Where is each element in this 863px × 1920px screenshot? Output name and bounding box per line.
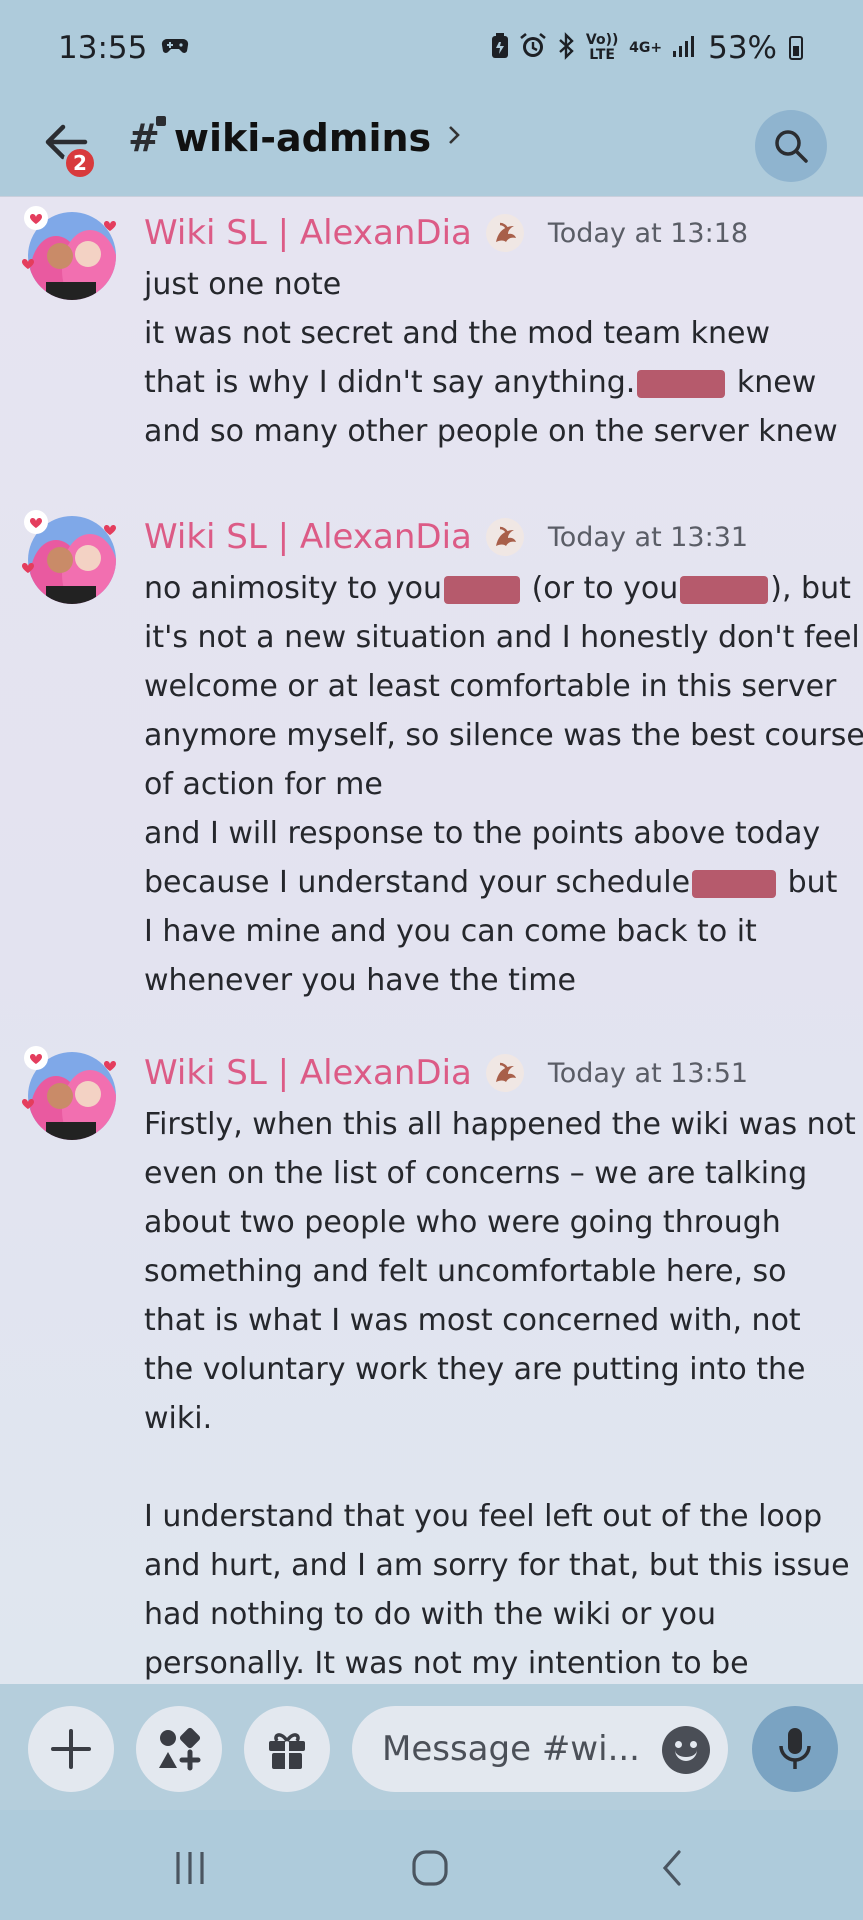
gift-icon: [269, 1733, 305, 1769]
message-line: that is why I didn't say anything. knew: [144, 365, 817, 400]
apps-button[interactable]: [136, 1706, 222, 1792]
recent-apps-button[interactable]: [160, 1838, 220, 1898]
message-line: wiki.: [144, 1401, 213, 1436]
message-input-placeholder: Message #wi...: [382, 1729, 640, 1769]
alarm-icon: [519, 32, 547, 64]
redaction: [444, 575, 521, 604]
signal-icon: [672, 35, 698, 61]
status-left: 13:55: [58, 30, 189, 66]
status-time: 13:55: [58, 30, 148, 66]
microphone-icon: [779, 1728, 811, 1769]
avatar[interactable]: [20, 508, 124, 612]
search-button[interactable]: [755, 110, 827, 182]
message-line: because I understand your schedule but: [144, 865, 838, 900]
channel-name: wiki-admins: [173, 116, 432, 160]
message-line: and so many other people on the server k…: [144, 414, 838, 449]
message-line: the voluntary work they are putting into…: [144, 1352, 806, 1387]
back-icon: [662, 1850, 681, 1886]
timestamp: Today at 13:18: [547, 217, 749, 249]
channel-title-button[interactable]: # wiki-admins: [128, 116, 461, 160]
timestamp: Today at 13:51: [547, 1057, 749, 1089]
game-controller-icon: [161, 35, 189, 61]
message-line: Firstly, when this all happened the wiki…: [144, 1107, 856, 1142]
volte-indicator: Vo)) LTE: [585, 32, 619, 63]
avatar[interactable]: [20, 204, 124, 308]
dragon-icon: [485, 214, 524, 252]
message-header: Wiki SL | AlexanDia Today at 13:31: [144, 516, 748, 558]
message-line: welcome or at least comfortable in this …: [144, 669, 837, 704]
voice-message-button[interactable]: [752, 1706, 838, 1792]
username[interactable]: Wiki SL | AlexanDia: [144, 1053, 472, 1093]
message-content: Firstly, when this all happened the wiki…: [144, 1100, 856, 1684]
channel-header: 2 # wiki-admins: [0, 96, 863, 196]
bluetooth-icon: [557, 32, 575, 64]
gift-button[interactable]: [244, 1706, 330, 1792]
recent-apps-icon: [176, 1852, 204, 1884]
message-input[interactable]: Message #wi...: [352, 1706, 728, 1792]
message-list[interactable]: Wiki SL | AlexanDia Today at 13:18 just …: [0, 196, 863, 1684]
timestamp: Today at 13:31: [547, 521, 749, 553]
message-line: it was not secret and the mod team knew: [144, 316, 771, 351]
battery-percent: 53%: [708, 30, 777, 66]
message-header: Wiki SL | AlexanDia Today at 13:51: [144, 1052, 748, 1094]
plus-icon: [51, 1729, 91, 1769]
dragon-icon: [485, 1054, 524, 1092]
message-line: I have mine and you can come back to it: [144, 914, 757, 949]
message-line: and hurt, and I am sorry for that, but t…: [144, 1548, 850, 1583]
system-nav-bar: [0, 1810, 863, 1920]
message-line: had nothing to do with the wiki or you: [144, 1597, 717, 1632]
message-line: and I will response to the points above …: [144, 816, 821, 851]
message-line: it's not a new situation and I honestly …: [144, 620, 860, 655]
redaction: [637, 369, 726, 398]
dragon-icon: [485, 518, 524, 556]
search-icon: [775, 130, 808, 163]
message-line: whenever you have the time: [144, 963, 576, 998]
apps-icon: [159, 1727, 201, 1771]
status-bar: 13:55 Vo)) LTE 4G+ 53%: [0, 0, 863, 96]
message-line: just one note: [144, 267, 342, 302]
private-channel-icon: #: [128, 116, 166, 160]
message-line: that is what I was most concerned with, …: [144, 1303, 801, 1338]
message-header: Wiki SL | AlexanDia Today at 13:18: [144, 212, 748, 254]
battery-saver-icon: [491, 33, 509, 63]
attach-button[interactable]: [28, 1706, 114, 1792]
username[interactable]: Wiki SL | AlexanDia: [144, 213, 472, 253]
redaction: [680, 575, 769, 604]
avatar[interactable]: [20, 1044, 124, 1148]
chevron-right-icon: [447, 123, 461, 153]
message-line: about two people who were going through: [144, 1205, 781, 1240]
system-back-button[interactable]: [642, 1838, 702, 1898]
redaction: [692, 869, 777, 898]
home-button[interactable]: [400, 1838, 460, 1898]
paragraph-break: [144, 1443, 844, 1492]
username[interactable]: Wiki SL | AlexanDia: [144, 517, 472, 557]
message-line: something and felt uncomfortable here, s…: [144, 1254, 787, 1289]
message-content: no animosity to you (or to you), but it'…: [144, 564, 863, 1005]
message-line: even on the list of concerns – we are ta…: [144, 1156, 808, 1191]
emoji-icon[interactable]: [662, 1726, 710, 1774]
message-line: I understand that you feel left out of t…: [144, 1499, 823, 1534]
home-icon: [412, 1850, 448, 1886]
battery-icon: [789, 36, 803, 60]
header-divider: [0, 196, 863, 197]
message-line: anymore myself, so silence was the best …: [144, 718, 863, 753]
message-line: personally. It was not my intention to b…: [144, 1646, 749, 1681]
unread-badge: 2: [63, 146, 97, 180]
status-right: Vo)) LTE 4G+ 53%: [491, 30, 803, 66]
message-line: of action for me: [144, 767, 383, 802]
message-line: no animosity to you (or to you), but: [144, 571, 851, 606]
message-content: just one note it was not secret and the …: [144, 260, 844, 456]
message-composer: Message #wi...: [0, 1684, 863, 1810]
network-indicator: 4G+: [629, 39, 663, 56]
